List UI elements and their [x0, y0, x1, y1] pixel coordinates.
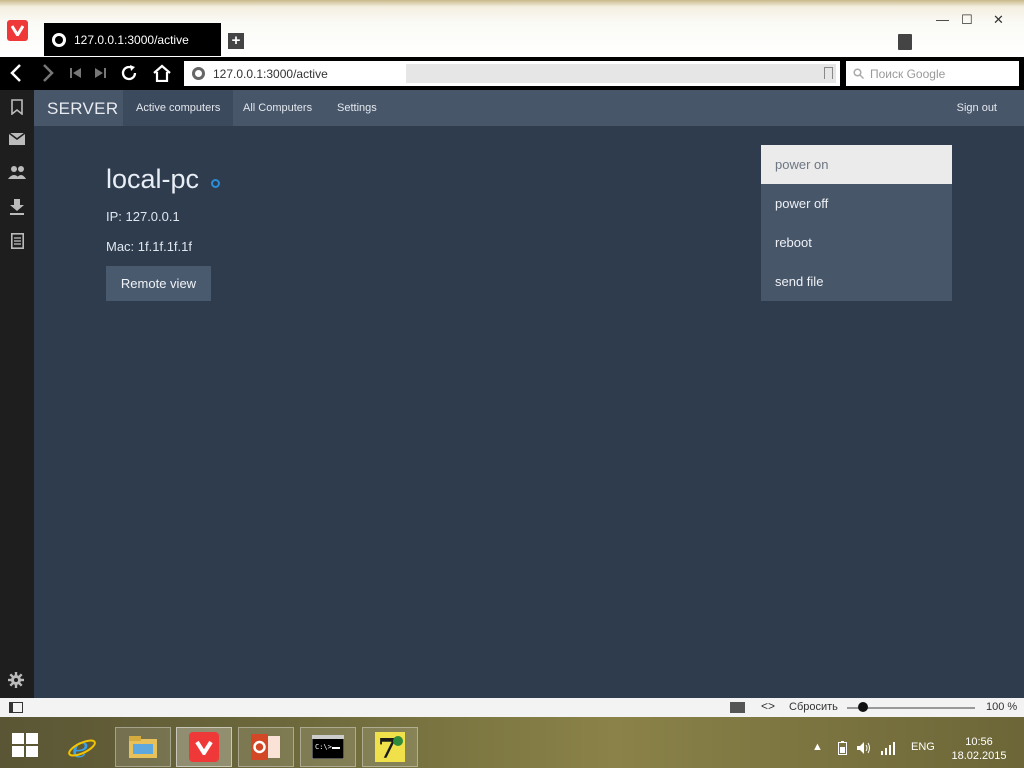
computer-title: local-pc: [106, 164, 221, 195]
address-text[interactable]: 127.0.0.1:3000/active: [213, 67, 328, 81]
page-actions-icon[interactable]: <>: [761, 699, 775, 713]
home-icon[interactable]: [150, 61, 174, 85]
svg-text:C:\>: C:\>: [315, 743, 332, 751]
bookmarks-icon[interactable]: [8, 99, 26, 117]
menu-power-off[interactable]: power off: [761, 184, 952, 223]
vivaldi-icon[interactable]: [176, 727, 232, 767]
site-info-icon[interactable]: [192, 67, 205, 80]
downloads-icon[interactable]: [8, 199, 26, 217]
search-placeholder: Поиск Google: [870, 66, 946, 81]
search-icon: [853, 68, 864, 79]
fast-forward-icon[interactable]: [88, 61, 112, 85]
file-explorer-icon[interactable]: [115, 727, 171, 767]
search-field[interactable]: Поиск Google: [846, 61, 1019, 86]
reload-icon[interactable]: [117, 61, 141, 85]
command-prompt-icon[interactable]: C:\>: [300, 727, 356, 767]
browser-navigation-bar: 127.0.0.1:3000/active Поиск Google: [0, 57, 1024, 90]
mail-icon[interactable]: [8, 132, 26, 150]
remote-view-button[interactable]: Remote view: [106, 266, 211, 301]
globe-icon: [52, 32, 66, 47]
clock-time: 10:56: [965, 736, 993, 748]
trash-icon[interactable]: [898, 34, 912, 50]
app-navbar: SERVER Active computers All Computers Se…: [34, 90, 1024, 126]
notes-icon[interactable]: [8, 233, 26, 251]
tab-title: 127.0.0.1:3000/active: [74, 32, 189, 47]
language-indicator[interactable]: ENG: [911, 741, 935, 753]
browser-title-bar: 127.0.0.1:3000/active + — ☐ ✕: [0, 0, 1024, 57]
nav-active-computers[interactable]: Active computers: [123, 90, 234, 126]
actions-menu: power on power off reboot send file: [761, 145, 952, 301]
zoom-level: 100 %: [986, 701, 1018, 713]
show-hidden-icons-icon[interactable]: ▲: [812, 741, 823, 753]
windows-start-icon[interactable]: [12, 733, 38, 757]
tab-active[interactable]: 127.0.0.1:3000/active: [44, 23, 221, 56]
nav-all-computers[interactable]: All Computers: [230, 90, 325, 126]
zoom-reset-button[interactable]: Сбросить: [789, 701, 838, 713]
forward-icon[interactable]: [36, 61, 60, 85]
windows-taskbar: e C:\> 7 ▲ ENG 10:56 18.02.2015: [0, 717, 1024, 768]
7zip-icon[interactable]: 7: [362, 727, 418, 767]
gear-icon[interactable]: [8, 672, 24, 693]
vivaldi-menu-icon[interactable]: [7, 20, 28, 41]
close-window-button[interactable]: ✕: [993, 12, 1004, 28]
powerpoint-icon[interactable]: [238, 727, 294, 767]
nav-settings[interactable]: Settings: [324, 90, 390, 126]
menu-power-on[interactable]: power on: [761, 145, 952, 184]
rewind-icon[interactable]: [64, 61, 88, 85]
bookmark-icon[interactable]: [824, 67, 833, 79]
new-tab-button[interactable]: +: [228, 33, 244, 49]
clock-date: 18.02.2015: [951, 750, 1007, 762]
back-icon[interactable]: [4, 61, 28, 85]
volume-icon[interactable]: [856, 741, 872, 758]
zoom-slider-handle[interactable]: [858, 702, 868, 712]
panel-toggle-icon[interactable]: [9, 702, 23, 713]
page-content: SERVER Active computers All Computers Se…: [34, 90, 1024, 698]
address-bar-fill: [406, 64, 836, 83]
menu-reboot[interactable]: reboot: [761, 223, 952, 262]
computer-mac: Mac: 1f.1f.1f.1f: [106, 239, 192, 254]
computer-name: local-pc: [106, 164, 200, 194]
minimize-button[interactable]: —: [936, 12, 949, 27]
app-brand[interactable]: SERVER: [47, 99, 118, 119]
computer-ip: IP: 127.0.0.1: [106, 209, 180, 224]
side-panel: [0, 90, 34, 698]
address-bar[interactable]: 127.0.0.1:3000/active: [184, 61, 840, 86]
contacts-icon[interactable]: [8, 165, 26, 183]
maximize-button[interactable]: ☐: [961, 12, 973, 28]
system-clock[interactable]: 10:56 18.02.2015: [950, 735, 1008, 763]
browser-status-bar: <> Сбросить 100 %: [0, 698, 1024, 717]
network-icon[interactable]: [880, 741, 896, 758]
online-status-icon: [211, 179, 221, 188]
menu-send-file[interactable]: send file: [761, 262, 952, 301]
image-toggle-icon[interactable]: [730, 702, 745, 713]
sign-out-link[interactable]: Sign out: [957, 90, 997, 126]
battery-icon[interactable]: [838, 741, 847, 758]
internet-explorer-icon[interactable]: e: [54, 727, 110, 767]
